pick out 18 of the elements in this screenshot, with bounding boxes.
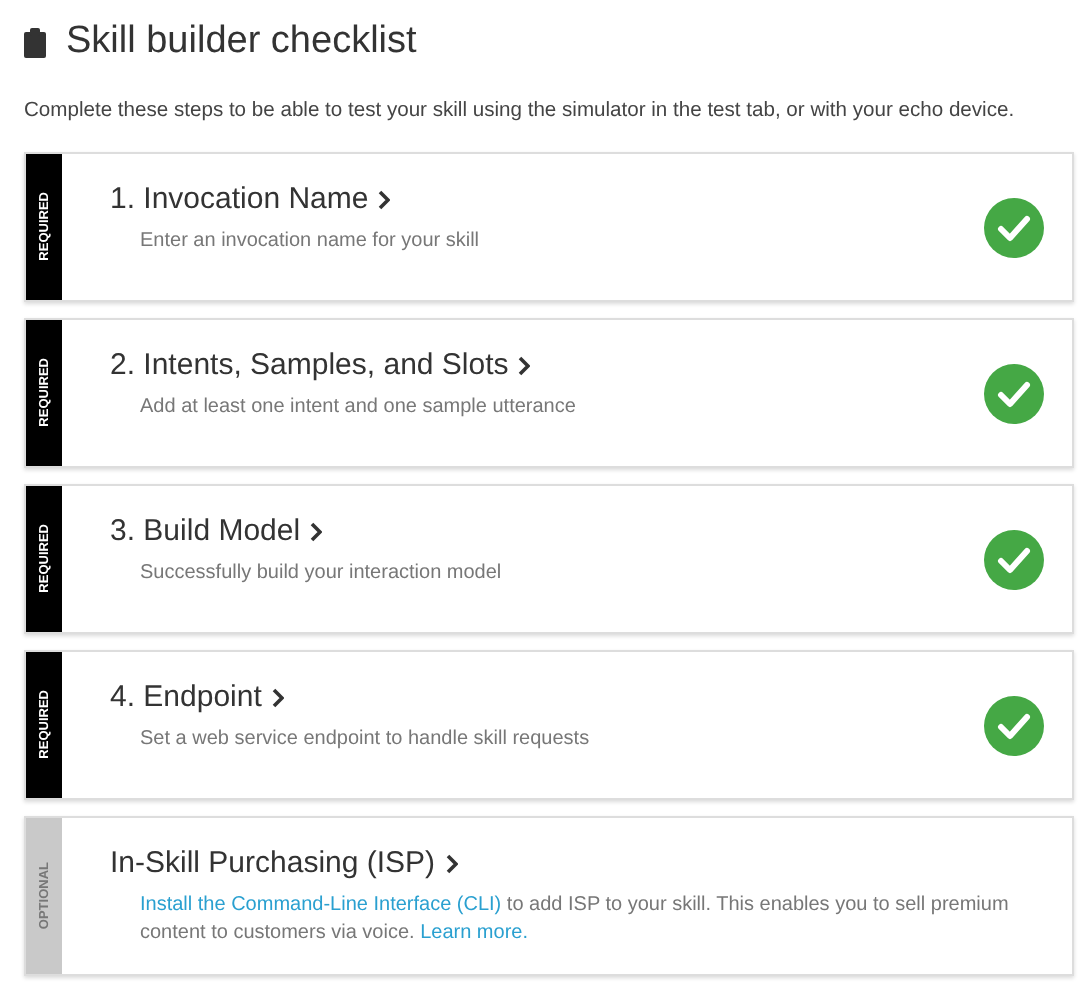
step-title-link[interactable]: In-Skill Purchasing (ISP) xyxy=(110,846,436,880)
step-description: Install the Command-Line Interface (CLI) to add ISP to your skill. This enables you to sell premium content to customers via voice. Learn more. xyxy=(140,892,1011,948)
chevron-right-icon xyxy=(445,853,458,873)
step-title-link[interactable]: 1. Invocation Name xyxy=(110,182,369,216)
step-description: Enter an invocation name for your skill xyxy=(140,228,482,256)
step-description: Set a web service endpoint to handle skill requests xyxy=(140,726,592,754)
step-title-link[interactable]: 3. Build Model xyxy=(110,514,301,548)
intro-text: Complete these steps to be able to test your skill using the simulator in the test tab, or with your echo device. xyxy=(24,100,1017,122)
step-description: Add at least one intent and one sample utterance xyxy=(140,394,578,422)
step-title-link[interactable]: 4. Endpoint xyxy=(110,680,262,714)
step-title-link[interactable]: 2. Intents, Samples, and Slots xyxy=(110,348,509,382)
chevron-right-icon xyxy=(378,189,391,209)
page-title: Skill builder checklist xyxy=(66,20,417,64)
chevron-right-icon xyxy=(310,521,323,541)
chevron-right-icon xyxy=(271,687,284,707)
step-description: Successfully build your interaction model xyxy=(140,560,504,588)
chevron-right-icon xyxy=(518,355,531,375)
clipboard-icon xyxy=(24,27,46,57)
